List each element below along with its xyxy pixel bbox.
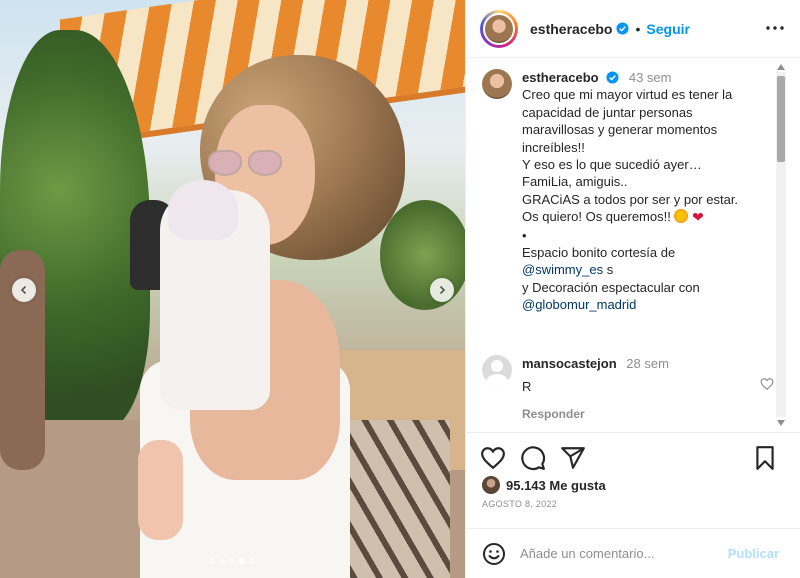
carousel-prev-button[interactable] bbox=[12, 278, 36, 302]
scroll-down-arrow-icon[interactable] bbox=[777, 420, 785, 426]
post-date[interactable]: AGOSTO 8, 2022 bbox=[482, 499, 557, 509]
follow-button[interactable]: Seguir bbox=[646, 21, 690, 37]
heart-emoji-icon: ❤ bbox=[692, 209, 704, 226]
caption-line: capacidad de juntar personas bbox=[522, 104, 693, 120]
reply-button[interactable]: Responder bbox=[522, 406, 732, 423]
chevron-right-icon bbox=[439, 285, 446, 295]
baby-legs bbox=[138, 440, 183, 540]
mention-link[interactable]: @swimmy_es bbox=[522, 262, 603, 277]
caption-line: Os quiero! Os queremos!! ❤ bbox=[522, 208, 780, 226]
likes-count[interactable]: 95.143 Me gusta bbox=[506, 478, 606, 493]
scroll-up-arrow-icon[interactable] bbox=[777, 64, 785, 70]
sunglasses bbox=[208, 150, 286, 178]
story-ring[interactable] bbox=[480, 9, 518, 48]
comment-body: mansocastejon 28 sem R Responder bbox=[522, 355, 732, 423]
caption: estheracebo 43 sem Creo que mi mayor vir… bbox=[482, 69, 782, 314]
carousel-dots bbox=[209, 558, 255, 564]
comment-bubble-icon[interactable] bbox=[520, 445, 546, 471]
paper-plane-icon[interactable] bbox=[560, 445, 586, 471]
post-header: estheracebo • Seguir bbox=[466, 0, 800, 58]
avatar bbox=[483, 12, 515, 45]
instagram-post-modal: estheracebo • Seguir estheracebo 43 sem … bbox=[0, 0, 800, 578]
carousel-next-button[interactable] bbox=[430, 278, 454, 302]
heart-outline-icon[interactable] bbox=[760, 377, 774, 391]
caption-text: s bbox=[603, 262, 614, 278]
caption-line: y Decoración espectacular con bbox=[522, 279, 700, 295]
comment-input[interactable] bbox=[520, 546, 720, 561]
carousel-dot bbox=[219, 558, 225, 564]
comment-username[interactable]: mansocastejon bbox=[522, 356, 617, 371]
header-username[interactable]: estheracebo bbox=[530, 21, 612, 37]
post-photo[interactable] bbox=[0, 0, 465, 578]
caption-line: FamiLia, amiguis.. bbox=[522, 174, 628, 190]
comment-time[interactable]: 28 sem bbox=[626, 356, 669, 371]
comment-item: mansocastejon 28 sem R Responder bbox=[482, 355, 782, 423]
comments-list[interactable]: estheracebo 43 sem Creo que mi mayor vir… bbox=[466, 59, 800, 431]
avatar[interactable] bbox=[482, 476, 500, 494]
smiley-icon[interactable] bbox=[482, 542, 506, 566]
baby-hat bbox=[168, 180, 238, 240]
caption-line: maravillosas y generar momentos bbox=[522, 122, 718, 138]
comment-text: R bbox=[522, 379, 532, 395]
carousel-dot bbox=[249, 558, 255, 564]
avatar[interactable] bbox=[482, 355, 512, 385]
carousel-dot bbox=[209, 558, 215, 564]
caption-time[interactable]: 43 sem bbox=[629, 70, 672, 85]
caption-line: Y eso es lo que sucedió ayer… bbox=[522, 157, 702, 173]
caption-body: estheracebo 43 sem Creo que mi mayor vir… bbox=[522, 69, 780, 314]
bookmark-icon[interactable] bbox=[752, 445, 778, 471]
more-horizontal-icon[interactable] bbox=[765, 20, 785, 36]
caption-line: • bbox=[522, 227, 527, 243]
verified-badge-icon bbox=[606, 71, 619, 84]
caption-line: Creo que mi mayor virtud es tener la bbox=[522, 87, 733, 103]
add-comment-bar: Publicar bbox=[466, 528, 800, 578]
mention-link[interactable]: @globomur_madrid bbox=[522, 296, 780, 313]
caption-line: Espacio bonito cortesía de bbox=[522, 245, 676, 261]
scroll-thumb[interactable] bbox=[777, 76, 785, 162]
carousel-dot bbox=[229, 558, 235, 564]
chevron-left-icon bbox=[20, 285, 27, 295]
action-bar bbox=[466, 432, 800, 482]
caption-line: GRACiAS a todos por ser y por estar. bbox=[522, 191, 739, 207]
post-details-panel: estheracebo • Seguir estheracebo 43 sem … bbox=[465, 0, 800, 578]
caption-line: @swimmy_es s bbox=[522, 261, 780, 278]
publish-button[interactable]: Publicar bbox=[728, 546, 779, 561]
separator-dot: • bbox=[635, 20, 641, 37]
caption-text: Os quiero! Os queremos!! bbox=[522, 209, 671, 225]
comments-scrollbar[interactable] bbox=[776, 62, 786, 427]
verified-badge-icon bbox=[616, 22, 630, 35]
heart-outline-icon[interactable] bbox=[480, 445, 506, 471]
caption-username[interactable]: estheracebo bbox=[522, 70, 599, 85]
avatar[interactable] bbox=[482, 69, 512, 99]
likes-row: 95.143 Me gusta bbox=[482, 476, 606, 494]
sun-emoji-icon bbox=[674, 209, 689, 224]
caption-line: increíbles!! bbox=[522, 139, 585, 155]
carousel-dot bbox=[239, 558, 245, 564]
